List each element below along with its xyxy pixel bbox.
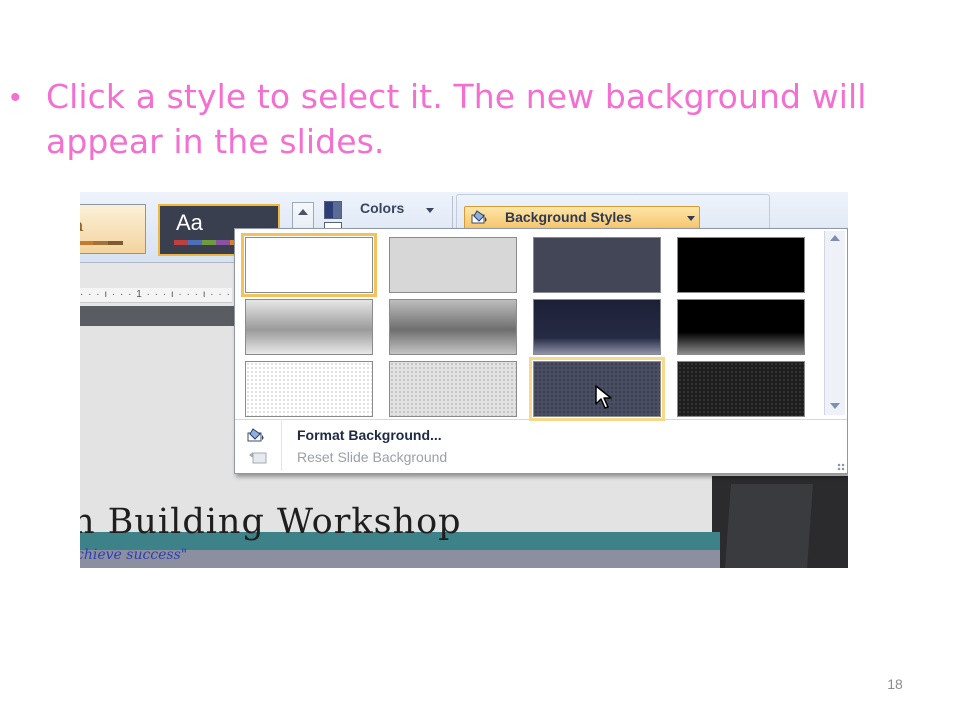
background-style-tile-9[interactable] <box>245 361 373 417</box>
page-number: 18 <box>887 676 903 692</box>
background-style-tile-3[interactable] <box>533 237 661 293</box>
colors-button[interactable]: Colors <box>324 198 442 220</box>
bullet-dot: • <box>10 81 21 114</box>
background-style-tile-10[interactable] <box>389 361 517 417</box>
background-styles-label: Background Styles <box>505 209 632 225</box>
theme-thumbnail[interactable]: a <box>80 204 146 254</box>
background-style-tile-12[interactable] <box>677 361 805 417</box>
background-style-tile-8[interactable] <box>677 299 805 355</box>
reset-background-icon <box>249 452 267 464</box>
reset-slide-background-label: Reset Slide Background <box>297 449 448 465</box>
slide-tagline: chieve success" <box>80 547 188 563</box>
bullet-text: Click a style to select it. The new back… <box>46 77 867 161</box>
scroll-up-icon[interactable] <box>830 235 840 241</box>
chevron-down-icon <box>426 208 434 217</box>
colors-label: Colors <box>360 200 405 216</box>
background-styles-gallery: Format Background... Reset Slide Backgro… <box>234 228 848 474</box>
paint-bucket-icon <box>471 210 487 224</box>
menu-separator <box>235 419 847 420</box>
resize-grip-icon[interactable] <box>837 463 845 471</box>
paint-bucket-icon <box>247 428 264 442</box>
scroll-down-icon[interactable] <box>830 403 840 409</box>
slide-heading: n Building Workshop <box>80 502 462 542</box>
theme-thumbnail-label: a <box>80 215 84 236</box>
gallery-scrollbar[interactable] <box>824 231 845 415</box>
background-style-tile-1[interactable] <box>241 233 377 297</box>
format-background-menu-item[interactable]: Format Background... <box>235 424 847 446</box>
horizontal-ruler: · · · ı · · · 1 · · · ı · · · ı · · · <box>80 288 232 303</box>
background-style-tile-4[interactable] <box>677 237 805 293</box>
theme-colors-icon <box>324 201 342 219</box>
background-style-tile-2[interactable] <box>389 237 517 293</box>
background-styles-button[interactable]: Background Styles <box>464 206 700 230</box>
chevron-down-icon <box>687 216 695 225</box>
background-style-tile-7[interactable] <box>533 299 661 355</box>
theme-thumbnail-label: Aa <box>176 210 203 235</box>
background-style-tile-6[interactable] <box>389 299 517 355</box>
theme-color-swatches <box>80 241 123 245</box>
embedded-screenshot: a Aa Colors Background Styles · · · ı · … <box>80 192 848 568</box>
slide-graphic-shape <box>725 484 813 568</box>
background-style-tile-5[interactable] <box>245 299 373 355</box>
style-tiles-grid <box>241 233 817 421</box>
format-background-label: Format Background... <box>297 427 442 443</box>
mouse-pointer-icon <box>595 385 612 409</box>
reset-slide-background-menu-item[interactable]: Reset Slide Background <box>235 446 847 468</box>
